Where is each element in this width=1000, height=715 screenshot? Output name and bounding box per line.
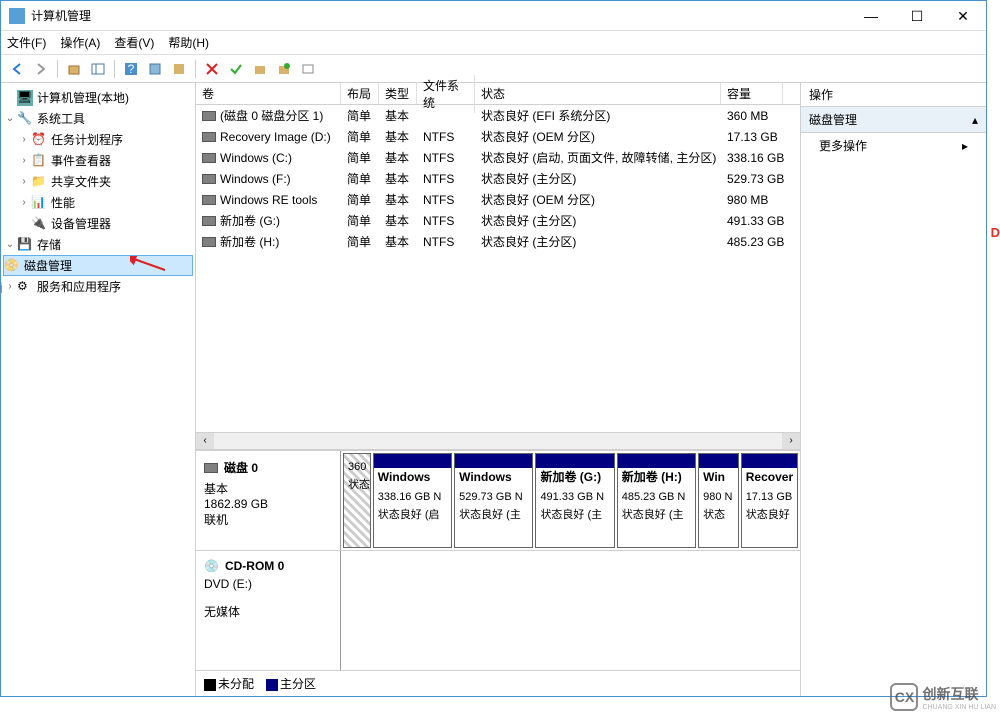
partition[interactable]: Recover17.13 GB状态良好 (741, 453, 798, 548)
horizontal-scrollbar[interactable]: ‹ › (196, 432, 800, 450)
chevron-right-icon: ▸ (962, 139, 968, 153)
toolbar: ? (1, 55, 986, 83)
col-capacity[interactable]: 容量 (721, 83, 783, 104)
annotation-text: D (991, 225, 1000, 240)
tree-storage[interactable]: ⌄💾存储 (3, 234, 193, 255)
window-title: 计算机管理 (31, 7, 978, 24)
watermark-logo-icon: CX (890, 683, 918, 711)
title-bar[interactable]: 计算机管理 — ☐ ✕ (1, 1, 986, 31)
volume-row[interactable]: (磁盘 0 磁盘分区 1)简单基本状态良好 (EFI 系统分区)360 MB (196, 105, 800, 126)
volume-row[interactable]: 新加卷 (H:)简单基本NTFS状态良好 (主分区)485.23 GB (196, 231, 800, 252)
actions-panel: 操作 磁盘管理▴ 更多操作▸ (801, 83, 986, 696)
disk-graphic-panel: 磁盘 0 基本 1862.89 GB 联机 360状态Windows338.16… (196, 450, 800, 696)
partition[interactable]: Windows338.16 GB N状态良好 (启 (373, 453, 452, 548)
drive-icon (202, 132, 216, 142)
legend: 未分配 主分区 (196, 671, 800, 696)
list-button[interactable] (298, 59, 318, 79)
new-button[interactable] (274, 59, 294, 79)
main-panel: 卷 布局 类型 文件系统 状态 容量 (磁盘 0 磁盘分区 1)简单基本状态良好… (196, 83, 801, 696)
tree-devmgr[interactable]: 🔌设备管理器 (3, 213, 193, 234)
actions-more[interactable]: 更多操作▸ (801, 133, 986, 158)
volume-row[interactable]: 新加卷 (G:)简单基本NTFS状态良好 (主分区)491.33 GB (196, 210, 800, 231)
drive-icon (202, 111, 216, 121)
partition[interactable]: Windows529.73 GB N状态良好 (主 (454, 453, 533, 548)
folder-button[interactable] (250, 59, 270, 79)
tree-tasksched[interactable]: ›⏰任务计划程序 (3, 129, 193, 150)
partition[interactable]: 新加卷 (H:)485.23 GB N状态良好 (主 (617, 453, 696, 548)
menu-help[interactable]: 帮助(H) (168, 34, 209, 51)
disk-icon (204, 463, 218, 473)
drive-icon (202, 216, 216, 226)
tree-shared[interactable]: ›📁共享文件夹 (3, 171, 193, 192)
navigation-tree: 🖥计算机管理(本地) ⌄🔧系统工具 ›⏰任务计划程序 ›📋事件查看器 ›📁共享文… (1, 83, 196, 696)
computer-management-window: 计算机管理 — ☐ ✕ 文件(F) 操作(A) 查看(V) 帮助(H) ? 🖥计… (0, 0, 987, 697)
tree-systools[interactable]: ⌄🔧系统工具 (3, 108, 193, 129)
cdrom-row[interactable]: 💿CD-ROM 0 DVD (E:) 无媒体 (196, 551, 800, 671)
volume-row[interactable]: Windows RE tools简单基本NTFS状态良好 (OEM 分区)980… (196, 189, 800, 210)
partition[interactable]: 360状态 (343, 453, 371, 548)
back-button[interactable] (7, 59, 27, 79)
scroll-right-button[interactable]: › (782, 433, 800, 449)
tree-perf[interactable]: ›📊性能 (3, 192, 193, 213)
scroll-left-button[interactable]: ‹ (196, 433, 214, 449)
actions-header: 操作 (801, 83, 986, 107)
volume-row[interactable]: Windows (F:)简单基本NTFS状态良好 (主分区)529.73 GB (196, 168, 800, 189)
up-button[interactable] (64, 59, 84, 79)
volume-list-header: 卷 布局 类型 文件系统 状态 容量 (196, 83, 800, 105)
menu-action[interactable]: 操作(A) (60, 34, 100, 51)
menu-file[interactable]: 文件(F) (7, 34, 46, 51)
help-icon[interactable]: ? (121, 59, 141, 79)
drive-icon (202, 153, 216, 163)
disk0-row[interactable]: 磁盘 0 基本 1862.89 GB 联机 360状态Windows338.16… (196, 451, 800, 551)
volume-row[interactable]: Windows (C:)简单基本NTFS状态良好 (启动, 页面文件, 故障转储… (196, 147, 800, 168)
panel-button[interactable] (88, 59, 108, 79)
app-icon (9, 8, 25, 24)
maximize-button[interactable]: ☐ (894, 1, 940, 31)
partition[interactable]: 新加卷 (G:)491.33 GB N状态良好 (主 (535, 453, 614, 548)
refresh-button[interactable] (169, 59, 189, 79)
forward-button[interactable] (31, 59, 51, 79)
col-name[interactable]: 卷 (196, 83, 341, 104)
check-button[interactable] (226, 59, 246, 79)
actions-category[interactable]: 磁盘管理▴ (801, 107, 986, 133)
partition[interactable]: Win980 N状态 (698, 453, 739, 548)
drive-icon (202, 174, 216, 184)
left-fragment: j (0, 280, 3, 294)
drive-icon (202, 237, 216, 247)
volume-row[interactable]: Recovery Image (D:)简单基本NTFS状态良好 (OEM 分区)… (196, 126, 800, 147)
cdrom-info: 💿CD-ROM 0 DVD (E:) 无媒体 (196, 551, 341, 670)
menu-view[interactable]: 查看(V) (114, 34, 154, 51)
col-type[interactable]: 类型 (379, 83, 417, 104)
col-layout[interactable]: 布局 (341, 83, 379, 104)
collapse-icon: ▴ (972, 113, 978, 127)
delete-button[interactable] (202, 59, 222, 79)
tree-eventviewer[interactable]: ›📋事件查看器 (3, 150, 193, 171)
col-status[interactable]: 状态 (475, 83, 721, 104)
minimize-button[interactable]: — (848, 1, 894, 31)
props-button[interactable] (145, 59, 165, 79)
disk0-info: 磁盘 0 基本 1862.89 GB 联机 (196, 451, 341, 550)
close-button[interactable]: ✕ (940, 1, 986, 31)
watermark: CX 创新互联 CHUANG XIN HU LIAN (890, 683, 996, 711)
cdrom-icon: 💿 (204, 559, 219, 573)
tree-services[interactable]: ›⚙服务和应用程序 (3, 276, 193, 297)
tree-root[interactable]: 🖥计算机管理(本地) (3, 87, 193, 108)
svg-text:?: ? (128, 62, 135, 76)
menu-bar: 文件(F) 操作(A) 查看(V) 帮助(H) (1, 31, 986, 55)
drive-icon (202, 195, 216, 205)
volume-list[interactable]: (磁盘 0 磁盘分区 1)简单基本状态良好 (EFI 系统分区)360 MBRe… (196, 105, 800, 432)
tree-diskmgmt[interactable]: 📀磁盘管理 (3, 255, 193, 276)
